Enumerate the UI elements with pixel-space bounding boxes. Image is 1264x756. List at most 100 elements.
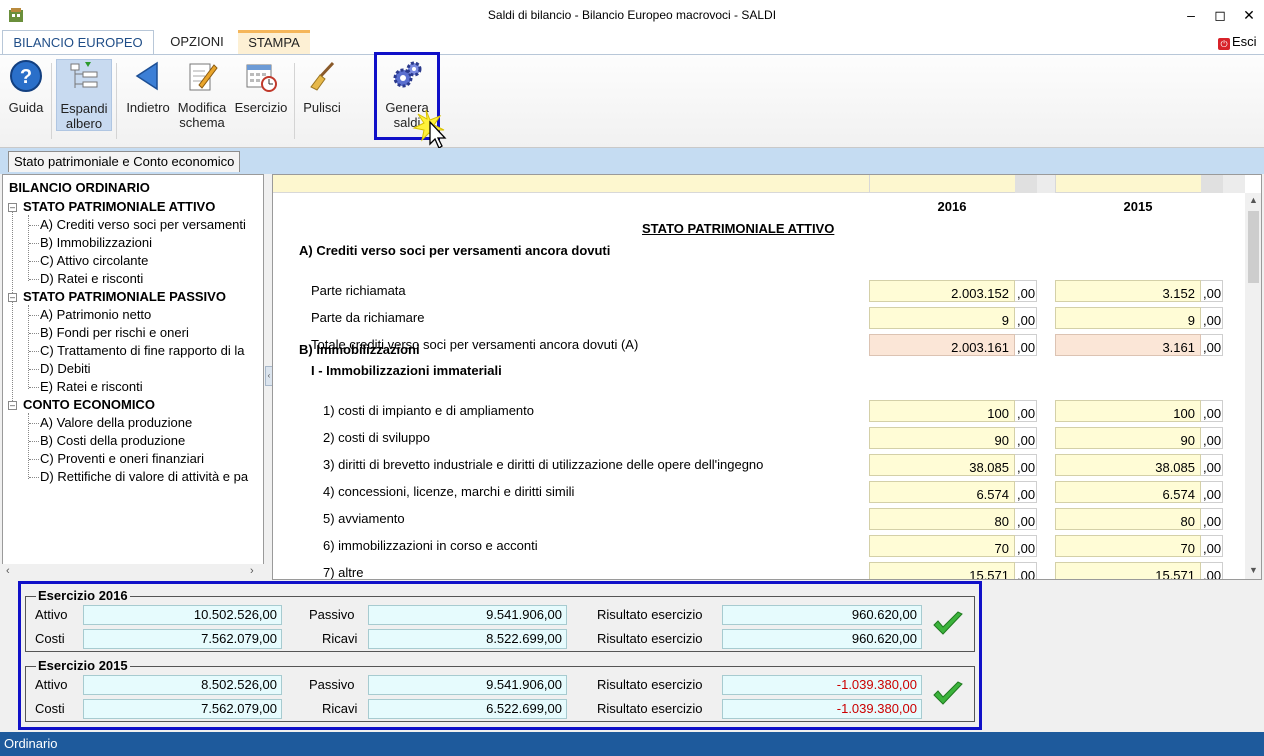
value-2016-decimals: ,00: [1015, 535, 1037, 557]
tree-collapse-icon[interactable]: –: [8, 401, 17, 410]
value-2015-field[interactable]: 9: [1055, 307, 1201, 329]
value-2016-field[interactable]: 100: [869, 400, 1015, 422]
tree-item[interactable]: A) Patrimonio netto: [40, 307, 151, 322]
tree-item[interactable]: C) Proventi e oneri finanziari: [40, 451, 204, 466]
value-2016-decimals: ,00: [1015, 454, 1037, 476]
header-cell: [1037, 175, 1055, 193]
tree-item[interactable]: A) Valore della produzione: [40, 415, 192, 430]
costi-label: Costi: [35, 631, 65, 646]
guida-button[interactable]: ? Guida: [6, 59, 46, 115]
status-bar: Ordinario: [0, 732, 1264, 756]
scroll-down-icon[interactable]: ▼: [1249, 565, 1258, 575]
value-2015-field[interactable]: 70: [1055, 535, 1201, 557]
value-2015-decimals: ,00: [1201, 400, 1223, 422]
tree-item[interactable]: A) Crediti verso soci per versamenti: [40, 217, 246, 232]
mouse-cursor-icon: [412, 109, 447, 149]
value-2016-field[interactable]: 9: [869, 307, 1015, 329]
tree-root[interactable]: BILANCIO ORDINARIO: [9, 180, 150, 195]
ricavi-field: 8.522.699,00: [368, 629, 567, 649]
passivo-field: 9.541.906,00: [368, 605, 567, 625]
grid-header-row: [273, 175, 1245, 193]
value-2016-field[interactable]: 2.003.152: [869, 280, 1015, 302]
close-window-button[interactable]: ✕: [1234, 4, 1264, 26]
scroll-thumb[interactable]: [1248, 211, 1259, 283]
tab-stato-patrimoniale[interactable]: Stato patrimoniale e Conto economico: [8, 151, 241, 172]
pulisci-button[interactable]: Pulisci: [300, 59, 344, 115]
tree-item[interactable]: C) Trattamento di fine rapporto di la: [40, 343, 245, 358]
scroll-up-icon[interactable]: ▲: [1249, 195, 1258, 205]
value-2015-field[interactable]: 6.574: [1055, 481, 1201, 503]
espandi-albero-button[interactable]: Espandi albero: [56, 59, 112, 131]
section-title: STATO PATRIMONIALE ATTIVO: [642, 221, 835, 236]
value-2015-field[interactable]: 38.085: [1055, 454, 1201, 476]
risultato-field: -1.039.380,00: [722, 699, 922, 719]
tree-item[interactable]: C) Attivo circolante: [40, 253, 148, 268]
value-2015-field[interactable]: 3.161: [1055, 334, 1201, 356]
tree-line: [29, 315, 39, 316]
tab-opzioni[interactable]: OPZIONI: [158, 30, 236, 54]
tree-line: [29, 441, 39, 442]
maximize-button[interactable]: ◻: [1205, 4, 1235, 26]
value-2016-field[interactable]: 70: [869, 535, 1015, 557]
tree-horizontal-scrollbar[interactable]: ‹ ›: [2, 564, 264, 580]
value-2016-field[interactable]: 15.571: [869, 562, 1015, 579]
value-2015-field[interactable]: 3.152: [1055, 280, 1201, 302]
tree-line: [29, 279, 39, 280]
value-2016-field[interactable]: 6.574: [869, 481, 1015, 503]
value-2015-field[interactable]: 80: [1055, 508, 1201, 530]
tree-collapse-icon[interactable]: –: [8, 293, 17, 302]
year-header-2015: 2015: [1123, 199, 1153, 214]
tree-panel[interactable]: BILANCIO ORDINARIO – STATO PATRIMONIALE …: [2, 174, 264, 580]
value-2016-field[interactable]: 90: [869, 427, 1015, 449]
value-2015-decimals: ,00: [1201, 334, 1223, 356]
value-2015-field[interactable]: 15.571: [1055, 562, 1201, 579]
tree-line: [29, 477, 39, 478]
tree-item[interactable]: D) Ratei e risconti: [40, 271, 143, 286]
tab-bilancio-europeo[interactable]: BILANCIO EUROPEO: [2, 30, 154, 54]
tree-item[interactable]: E) Ratei e risconti: [40, 379, 143, 394]
value-2016-field[interactable]: 80: [869, 508, 1015, 530]
attivo-label: Attivo: [35, 677, 68, 692]
tree-group-conto-economico[interactable]: CONTO ECONOMICO: [23, 397, 155, 412]
row-label: 4) concessioni, licenze, marchi e diritt…: [323, 484, 575, 499]
row-label: 5) avviamento: [323, 511, 405, 526]
esercizio-button[interactable]: Esercizio: [232, 59, 290, 115]
scroll-left-icon[interactable]: ‹: [6, 565, 10, 577]
passivo-label: Passivo: [309, 607, 355, 622]
back-arrow-icon: [135, 61, 158, 91]
tree-line: [29, 243, 39, 244]
value-2015-field[interactable]: 100: [1055, 400, 1201, 422]
tree-group-attivo[interactable]: STATO PATRIMONIALE ATTIVO: [23, 199, 215, 214]
exit-icon: ⏻: [1218, 38, 1230, 50]
indietro-button[interactable]: Indietro: [122, 59, 174, 115]
value-2016-field[interactable]: 38.085: [869, 454, 1015, 476]
section-heading: B) Immobilizzazioni: [299, 342, 420, 357]
group-title: Esercizio 2015: [36, 658, 130, 673]
header-cell: [1223, 175, 1245, 193]
separator: [116, 63, 117, 139]
modifica-schema-button[interactable]: Modifica schema: [176, 59, 228, 130]
tree-item[interactable]: D) Rettifiche di valore di attività e pa: [40, 469, 248, 484]
value-2015-decimals: ,00: [1201, 307, 1223, 329]
group-title: Esercizio 2016: [36, 588, 130, 603]
value-2016-decimals: ,00: [1015, 307, 1037, 329]
value-2015-field[interactable]: 90: [1055, 427, 1201, 449]
menu-bar: BILANCIO EUROPEO OPZIONI STAMPA: [0, 30, 1264, 54]
calendar-icon: [246, 64, 277, 92]
value-2016-field[interactable]: 2.003.161: [869, 334, 1015, 356]
costi-label: Costi: [35, 701, 65, 716]
tree-item[interactable]: B) Costi della produzione: [40, 433, 185, 448]
tree-group-passivo[interactable]: STATO PATRIMONIALE PASSIVO: [23, 289, 226, 304]
row-label: 3) diritti di brevetto industriale e dir…: [323, 457, 764, 472]
tab-stampa[interactable]: STAMPA: [238, 30, 310, 54]
scroll-right-icon[interactable]: ›: [250, 565, 254, 577]
exit-button[interactable]: ⏻ Esci: [1218, 34, 1257, 50]
tree-item[interactable]: B) Fondi per rischi e oneri: [40, 325, 189, 340]
minimize-button[interactable]: –: [1176, 4, 1206, 26]
tree-collapse-icon[interactable]: –: [8, 203, 17, 212]
value-2015-decimals: ,00: [1201, 535, 1223, 557]
value-2015-decimals: ,00: [1201, 454, 1223, 476]
tree-item[interactable]: B) Immobilizzazioni: [40, 235, 152, 250]
header-cell: [1055, 175, 1201, 193]
tree-item[interactable]: D) Debiti: [40, 361, 91, 376]
